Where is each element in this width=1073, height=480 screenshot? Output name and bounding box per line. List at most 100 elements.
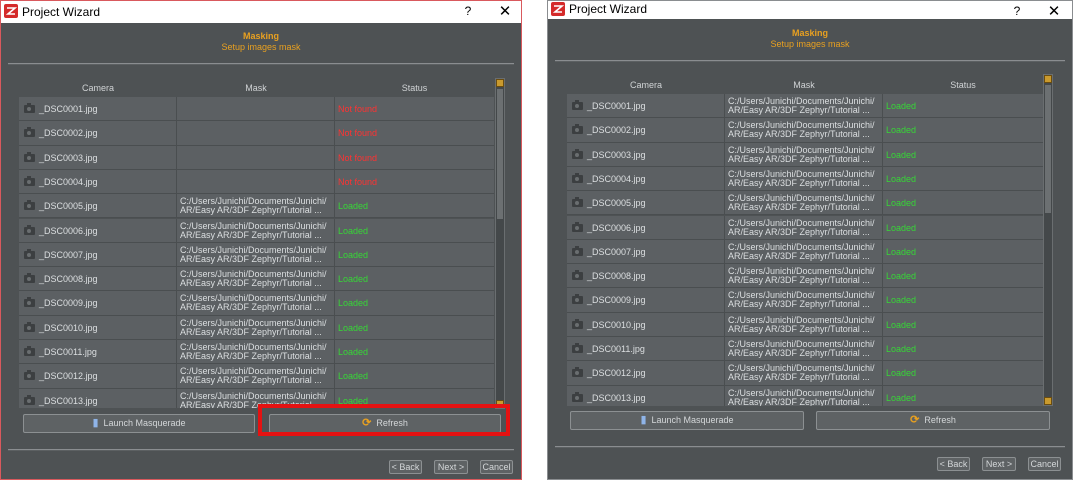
table-row[interactable]: _DSC0001.jpg Not found [19,97,494,122]
highlight-box [258,404,510,436]
status-cell: Not found [338,152,378,163]
mask-path-cell: C:/Users/Junichi/Documents/Junichi/ AR/E… [177,315,335,339]
table-row[interactable]: _DSC0012.jpg C:/Users/Junichi/Documents/J… [19,364,494,389]
launch-masquerade-label: Launch Masquerade [651,415,734,425]
table-row[interactable]: _DSC0003.jpg C:/Users/Junichi/Documents/J… [567,142,1043,167]
scroll-down-arrow[interactable] [1044,397,1052,405]
camera-icon [572,221,583,232]
camera-icon [24,103,35,113]
table-row[interactable]: _DSC0007.jpg C:/Users/Junichi/Documents/J… [567,239,1043,265]
mask-path-cell: C:/Users/Junichi/Documents/Junichi/ AR/E… [725,361,883,385]
camera-name: _DSC0008.jpg [39,274,98,285]
camera-icon [572,148,583,159]
status-cell: Loaded [886,149,917,160]
camera-icon [24,370,35,381]
table-scrollbar[interactable] [495,78,505,409]
page-title: Masking [791,28,828,38]
table-row[interactable]: _DSC0004.jpg C:/Users/Junichi/Documents/J… [567,166,1043,192]
window-title: Project Wizard [22,5,101,19]
table-row[interactable]: _DSC0002.jpg C:/Users/Junichi/Documents/J… [567,118,1043,143]
scroll-up-arrow[interactable] [1044,75,1052,83]
back-button[interactable]: < Back [389,460,422,474]
camera-icon [572,124,583,135]
camera-icon [572,318,583,329]
table-row[interactable]: _DSC0007.jpg C:/Users/Junichi/Documents/J… [19,242,494,268]
close-button[interactable]: ✕ [497,2,513,20]
table-row[interactable]: _DSC0005.jpg C:/Users/Junichi/Documents/J… [567,191,1043,216]
launch-masquerade-button[interactable]: ▮ Launch Masquerade [23,414,255,433]
cancel-button[interactable]: Cancel [480,460,513,474]
camera-icon [24,321,35,332]
camera-cell: _DSC0006.jpg [567,215,725,239]
camera-name: _DSC0004.jpg [39,176,98,187]
refresh-button[interactable]: ⟳ Refresh [816,411,1050,430]
mask-path-cell [177,169,335,194]
table-scrollbar[interactable] [1043,74,1053,406]
table-row[interactable]: _DSC0012.jpg C:/Users/Junichi/Documents/J… [567,361,1043,386]
close-button[interactable]: ✕ [1046,2,1062,20]
help-button[interactable]: ? [1009,4,1025,18]
camera-cell: _DSC0004.jpg [19,169,177,194]
camera-cell: _DSC0013.jpg [567,385,725,406]
launch-masquerade-label: Launch Masquerade [103,418,186,428]
camera-cell: _DSC0007.jpg [19,242,177,267]
table-row[interactable]: _DSC0003.jpg Not found [19,145,494,170]
back-button[interactable]: < Back [937,457,970,471]
mask-path-cell [177,145,335,169]
table-row[interactable]: _DSC0013.jpg C:/Users/Junichi/Documents/J… [567,385,1043,406]
scroll-thumb[interactable] [497,89,503,219]
camera-name: _DSC0004.jpg [587,173,646,184]
table-row[interactable]: _DSC0006.jpg C:/Users/Junichi/Documents/J… [19,218,494,243]
camera-name: _DSC0013.jpg [587,392,646,403]
column-header-status[interactable]: Status [335,81,494,95]
header-divider [8,63,514,65]
scroll-thumb[interactable] [1045,85,1051,213]
status-cell: Loaded [886,271,917,282]
column-header-camera[interactable]: Camera [19,81,177,95]
table-row[interactable]: _DSC0008.jpg C:/Users/Junichi/Documents/J… [19,267,494,292]
status-cell: Loaded [886,392,917,403]
title-bar: Project Wizard ? ✕ [1,1,521,23]
status-cell: Loaded [886,368,917,379]
table-row[interactable]: _DSC0004.jpg Not found [19,169,494,195]
launch-masquerade-button[interactable]: ▮ Launch Masquerade [570,411,804,430]
table-row[interactable]: _DSC0006.jpg C:/Users/Junichi/Documents/J… [567,215,1043,240]
column-header-status[interactable]: Status [883,78,1043,92]
camera-name: _DSC0008.jpg [587,271,646,282]
camera-icon [572,270,583,281]
table-row[interactable]: _DSC0011.jpg C:/Users/Junichi/Documents/J… [19,340,494,365]
camera-cell: _DSC0008.jpg [19,267,177,291]
status-cell: Loaded [338,225,369,236]
status-cell: Loaded [886,295,917,306]
camera-name: _DSC0011.jpg [587,344,645,354]
page-subtitle: Setup images mask [221,42,301,52]
zephyr-logo-icon [551,2,565,16]
table-row[interactable]: _DSC0010.jpg C:/Users/Junichi/Documents/J… [19,315,494,340]
mask-path-cell: C:/Users/Junichi/Documents/Junichi/ AR/E… [177,291,335,315]
title-bar: Project Wizard ? ✕ [548,1,1072,20]
help-button[interactable]: ? [460,4,476,18]
table-row[interactable]: _DSC0011.jpg C:/Users/Junichi/Documents/J… [567,337,1043,362]
column-header-mask[interactable]: Mask [725,78,883,92]
table-row[interactable]: _DSC0005.jpg C:/Users/Junichi/Documents/J… [19,194,494,219]
camera-cell: _DSC0010.jpg [567,312,725,336]
camera-name: _DSC0006.jpg [39,225,98,236]
table-row[interactable]: _DSC0008.jpg C:/Users/Junichi/Documents/J… [567,264,1043,289]
column-header-camera[interactable]: Camera [567,78,725,92]
status-cell: Not found [338,104,378,114]
camera-icon [572,172,583,183]
column-header-mask[interactable]: Mask [177,81,335,95]
table-row[interactable]: _DSC0009.jpg C:/Users/Junichi/Documents/J… [19,291,494,316]
table-row[interactable]: _DSC0010.jpg C:/Users/Junichi/Documents/J… [567,312,1043,337]
cancel-button[interactable]: Cancel [1028,457,1061,471]
camera-icon [572,391,583,402]
mask-path-cell: C:/Users/Junichi/Documents/Junichi/ AR/E… [725,142,883,166]
table-row[interactable]: _DSC0009.jpg C:/Users/Junichi/Documents/J… [567,288,1043,313]
scroll-up-arrow[interactable] [496,79,504,87]
table-row[interactable]: _DSC0001.jpg C:/Users/Junichi/Documents/J… [567,94,1043,119]
next-button[interactable]: Next > [434,460,468,474]
table-row[interactable]: _DSC0002.jpg Not found [19,121,494,146]
camera-icon [572,197,583,208]
next-button[interactable]: Next > [982,457,1016,471]
mask-path-cell: C:/Users/Junichi/Documents/Junichi/ AR/E… [177,242,335,267]
